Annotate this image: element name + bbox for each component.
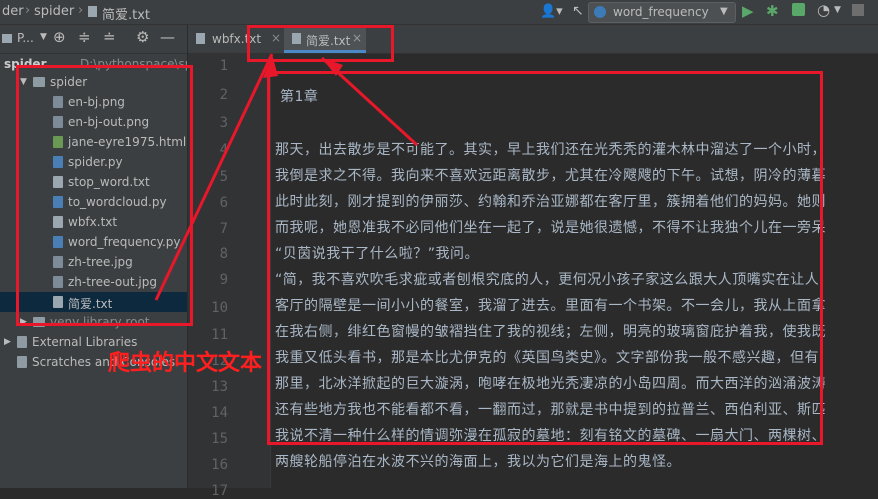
- annotation-label: 爬虫的中文文本: [108, 351, 263, 376]
- annotation-arrow: [154, 53, 274, 301]
- annotation-arrows: [154, 53, 419, 301]
